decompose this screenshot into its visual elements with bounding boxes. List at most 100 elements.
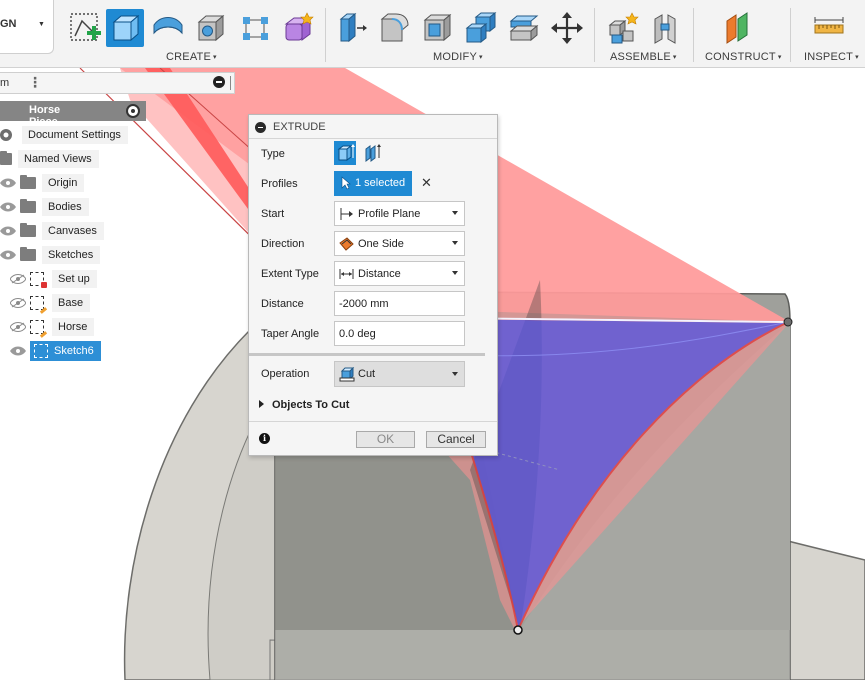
start-dropdown[interactable]: Profile Plane <box>334 201 465 226</box>
inspect-menu-label: INSPECT <box>804 51 854 63</box>
inspect-menu[interactable]: INSPECT ▾ <box>804 51 859 63</box>
eye-icon[interactable] <box>0 202 16 212</box>
new-component-button[interactable] <box>604 9 642 47</box>
revolve-icon <box>153 17 183 35</box>
dialog-divider <box>249 353 485 356</box>
eye-hidden-icon[interactable] <box>10 298 26 308</box>
sketch-icon <box>30 320 48 338</box>
distance-input[interactable]: -2000 mm <box>334 291 465 316</box>
construct-menu[interactable]: CONSTRUCT ▾ <box>705 51 782 63</box>
browser-item-named-views[interactable]: Named Views <box>0 149 99 169</box>
toolbar-divider <box>594 8 595 62</box>
browser-item-label: Horse <box>52 318 95 336</box>
eye-icon[interactable] <box>0 178 16 188</box>
create-sketch-icon <box>70 13 101 41</box>
create-form-button[interactable] <box>279 9 317 47</box>
thin-extrude-icon <box>365 144 381 162</box>
workspace-switcher[interactable]: GN ▼ <box>0 0 54 54</box>
workspace-label: GN <box>0 18 17 30</box>
revolve-button[interactable] <box>149 9 187 47</box>
distance-label: Distance <box>261 298 304 310</box>
measure-button[interactable] <box>810 9 848 47</box>
drag-handle-icon[interactable]: ⋮ <box>28 74 42 91</box>
chevron-down-icon <box>452 211 458 215</box>
pattern-button[interactable] <box>236 9 274 47</box>
hole-button[interactable] <box>192 9 230 47</box>
resize-handle[interactable] <box>230 76 231 90</box>
extent-type-label: Extent Type <box>261 268 319 280</box>
direction-dropdown[interactable]: One Side <box>334 231 465 256</box>
shell-button[interactable] <box>419 9 457 47</box>
chevron-down-icon: ▾ <box>777 54 782 61</box>
offset-plane-icon <box>726 12 748 44</box>
browser-header[interactable]: m ⋮ <box>0 72 235 94</box>
extrude-dialog: EXTRUDE Type Profiles 1 selected ✕ Start… <box>248 114 498 456</box>
profiles-selection-button[interactable]: 1 selected <box>334 171 412 196</box>
browser-item-origin[interactable]: Origin <box>0 173 85 193</box>
browser-item-horse[interactable]: Horse <box>10 317 95 338</box>
type-thin-button[interactable] <box>362 141 384 165</box>
sketch-vertex-right[interactable] <box>783 317 793 327</box>
combine-button[interactable] <box>462 9 500 47</box>
eye-icon[interactable] <box>10 346 26 356</box>
press-pull-button[interactable] <box>333 9 371 47</box>
root-component-row[interactable] <box>0 101 146 121</box>
chevron-down-icon: ▼ <box>38 21 45 28</box>
offset-face-button[interactable] <box>505 9 543 47</box>
browser-item-bodies[interactable]: Bodies <box>0 197 89 217</box>
sketch-icon <box>30 296 48 314</box>
eye-hidden-icon[interactable] <box>10 322 26 332</box>
operation-dropdown[interactable]: Cut <box>334 361 465 387</box>
offset-plane-button[interactable] <box>718 9 756 47</box>
create-sketch-button[interactable] <box>66 9 104 47</box>
chevron-down-icon <box>452 372 458 376</box>
sketch-icon <box>30 272 47 288</box>
joint-button[interactable] <box>646 9 684 47</box>
extent-type-dropdown[interactable]: Distance <box>334 261 465 286</box>
taper-angle-label: Taper Angle <box>261 328 320 340</box>
joint-icon <box>654 14 676 44</box>
browser-item-set-up[interactable]: Set up <box>10 269 97 289</box>
minimize-icon[interactable] <box>213 76 225 88</box>
new-component-icon <box>608 12 639 44</box>
fillet-button[interactable] <box>376 9 414 47</box>
eye-hidden-icon[interactable] <box>10 274 26 284</box>
folder-icon <box>0 151 12 165</box>
browser-item-sketch6[interactable]: Sketch6 <box>10 341 101 361</box>
modify-menu[interactable]: MODIFY ▾ <box>433 51 483 63</box>
measure-icon <box>814 17 844 34</box>
chevron-down-icon: ▾ <box>478 54 483 61</box>
browser-item-canvases[interactable]: Canvases <box>0 221 104 241</box>
chevron-down-icon <box>452 271 458 275</box>
dialog-title-bar[interactable]: EXTRUDE <box>249 115 497 139</box>
move-icon <box>551 12 583 44</box>
cancel-button[interactable]: Cancel <box>426 431 486 448</box>
browser-item-label: Canvases <box>42 222 104 240</box>
chevron-down-icon: ▾ <box>213 54 217 61</box>
extrude-button[interactable] <box>106 9 144 47</box>
collapse-icon[interactable] <box>255 122 266 133</box>
toolbar-divider <box>790 8 791 62</box>
cut-icon <box>339 367 355 382</box>
browser-item-sketches[interactable]: Sketches <box>0 245 101 265</box>
chevron-down-icon <box>452 241 458 245</box>
modify-menu-label: MODIFY <box>433 51 477 63</box>
taper-angle-input[interactable]: 0.0 deg <box>334 321 465 346</box>
eye-icon[interactable] <box>0 250 16 260</box>
info-icon[interactable]: i <box>259 433 270 444</box>
sketch-vertex-bottom[interactable] <box>513 625 523 635</box>
browser-item-document-settings[interactable]: Document Settings <box>0 125 128 145</box>
press-pull-icon <box>339 12 367 43</box>
browser-item-base[interactable]: Base <box>10 293 91 314</box>
create-menu[interactable]: CREATE ▾ <box>166 51 217 63</box>
activate-component-icon[interactable] <box>126 104 140 118</box>
type-solid-button[interactable] <box>334 141 356 165</box>
assemble-menu[interactable]: ASSEMBLE ▾ <box>610 51 677 63</box>
eye-icon[interactable] <box>0 226 16 236</box>
browser-item-label-selected: Sketch6 <box>30 341 101 361</box>
objects-to-cut-section[interactable]: Objects To Cut <box>259 399 349 411</box>
move-button[interactable] <box>548 9 586 47</box>
folder-icon <box>20 175 36 189</box>
clear-selection-icon[interactable]: ✕ <box>421 176 432 189</box>
ok-button[interactable]: OK <box>356 431 415 448</box>
